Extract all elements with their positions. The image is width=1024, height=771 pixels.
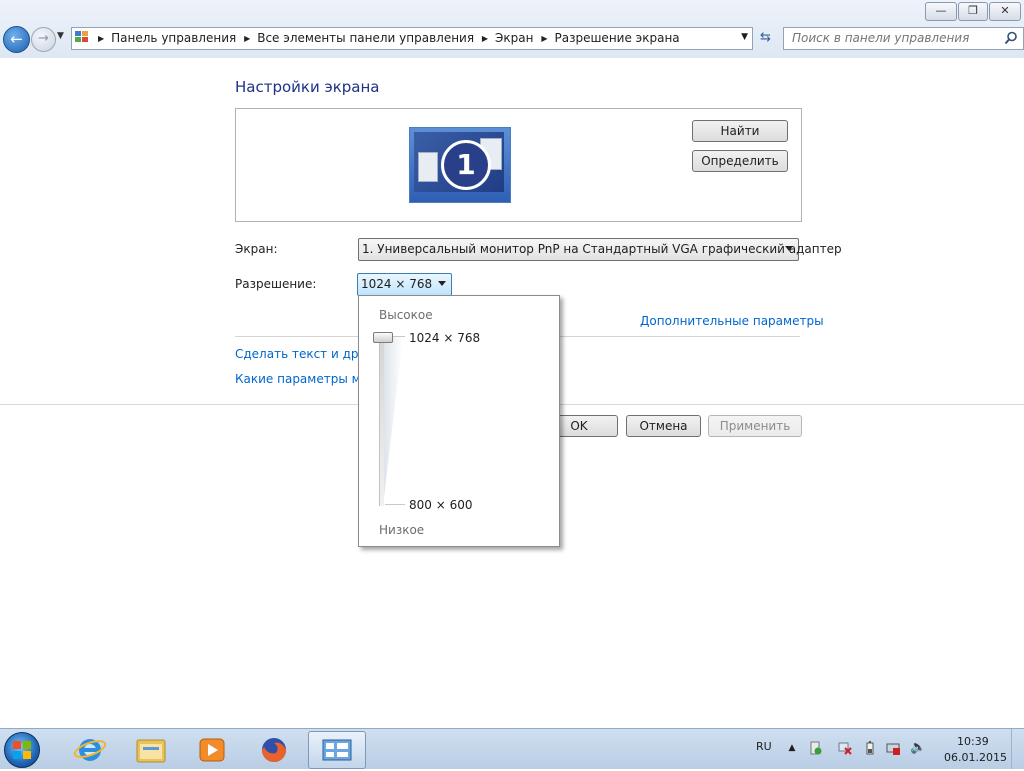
- resolution-option-1024x768[interactable]: 1024 × 768: [409, 331, 480, 345]
- refresh-icon: ⇆: [760, 30, 771, 45]
- folder-icon: [136, 739, 166, 763]
- internet-explorer-icon: [73, 739, 107, 761]
- firefox-icon: [262, 738, 286, 762]
- address-bar[interactable]: ▶ Панель управления ▶ Все элементы панели …: [71, 27, 753, 50]
- advanced-settings-link[interactable]: Дополнительные параметры: [640, 314, 824, 328]
- control-panel-icon: [322, 739, 352, 761]
- clock-time[interactable]: 10:39: [957, 735, 989, 748]
- network-error-icon[interactable]: [838, 741, 852, 755]
- screen-select-value: 1. Универсальный монитор PnP на Стандарт…: [362, 242, 842, 256]
- resolution-select-value: 1024 × 768: [361, 277, 433, 291]
- breadcrumb: ▶ Панель управления ▶ Все элементы панели …: [94, 31, 680, 45]
- network-adapter-error-icon[interactable]: [886, 741, 900, 755]
- forward-arrow-icon: →: [38, 31, 49, 46]
- taskbar-file-explorer[interactable]: [123, 731, 179, 767]
- taskbar: RU ▲ 🔈 10:39 06.01.2015: [0, 728, 1024, 769]
- mini-window-icon: [418, 152, 438, 182]
- close-button[interactable]: ✕: [989, 2, 1021, 21]
- breadcrumb-separator-icon: ▶: [481, 34, 489, 43]
- maximize-button[interactable]: ❐: [958, 2, 988, 21]
- breadcrumb-separator-icon: ▶: [244, 34, 251, 43]
- action-center-icon[interactable]: [808, 741, 822, 755]
- display-arrangement-panel: 1 Найти Определить: [235, 108, 802, 222]
- chevron-down-icon: [438, 281, 446, 286]
- detect-button[interactable]: Найти: [692, 120, 788, 142]
- back-arrow-icon: ←: [10, 30, 23, 48]
- breadcrumb-all-items[interactable]: Все элементы панели управления: [257, 31, 474, 45]
- low-label: Низкое: [379, 523, 425, 537]
- breadcrumb-display[interactable]: Экран: [495, 31, 533, 45]
- resolution-popup: Высокое 1024 × 768 800 × 600 Низкое: [358, 295, 560, 547]
- language-indicator[interactable]: RU: [756, 740, 772, 753]
- page-title: Настройки экрана: [235, 78, 380, 96]
- monitor-number-badge: 1: [441, 140, 491, 190]
- resolution-slider-track[interactable]: [379, 336, 384, 506]
- monitor-1-icon[interactable]: 1: [409, 127, 511, 203]
- slider-tick: [385, 504, 405, 505]
- media-player-icon: [199, 738, 225, 762]
- show-hidden-icons-icon[interactable]: ▲: [785, 741, 799, 755]
- search-box[interactable]: [783, 27, 1024, 50]
- screen-select[interactable]: 1. Универсальный монитор PnP на Стандарт…: [358, 238, 842, 261]
- high-label: Высокое: [379, 308, 433, 322]
- minimize-button[interactable]: —: [925, 2, 957, 21]
- screen-label: Экран:: [235, 242, 278, 256]
- window-titlebar: — ❐ ✕ ← → ▼ ▶ Панель управления ▶ Все элем…: [0, 0, 1024, 58]
- search-input[interactable]: [790, 30, 994, 46]
- volume-icon[interactable]: 🔈: [910, 741, 926, 755]
- taskbar-internet-explorer[interactable]: [62, 731, 118, 767]
- taskbar-control-panel[interactable]: [308, 731, 366, 769]
- resolution-select[interactable]: 1024 × 768: [357, 273, 452, 296]
- monitor-screen: 1: [414, 132, 504, 192]
- which-settings-link[interactable]: Какие параметры мон: [235, 372, 376, 386]
- slider-wedge: [383, 336, 403, 506]
- taskbar-media-player[interactable]: [184, 731, 240, 767]
- breadcrumb-separator-icon: ▶: [541, 34, 548, 43]
- breadcrumb-separator-icon: ▶: [98, 34, 105, 43]
- windows-logo-icon: [13, 741, 31, 759]
- apply-button[interactable]: Применить: [708, 415, 802, 437]
- resolution-label: Разрешение:: [235, 277, 317, 291]
- breadcrumb-screen-resolution[interactable]: Разрешение экрана: [554, 31, 679, 45]
- clock-date[interactable]: 06.01.2015: [944, 751, 1007, 764]
- refresh-button[interactable]: ⇆: [754, 27, 777, 48]
- cancel-button[interactable]: Отмена: [626, 415, 701, 437]
- breadcrumb-control-panel[interactable]: Панель управления: [111, 31, 236, 45]
- history-dropdown-icon[interactable]: ▼: [57, 31, 64, 41]
- search-icon[interactable]: [1004, 31, 1018, 45]
- forward-button[interactable]: →: [31, 27, 56, 52]
- control-panel-icon: [75, 31, 91, 45]
- battery-icon[interactable]: [863, 741, 877, 755]
- show-desktop-button[interactable]: [1011, 729, 1024, 769]
- resolution-option-800x600[interactable]: 800 × 600: [409, 498, 473, 512]
- taskbar-firefox[interactable]: [246, 731, 302, 767]
- chevron-down-icon: [785, 246, 793, 251]
- back-button[interactable]: ←: [3, 26, 30, 53]
- address-dropdown-icon[interactable]: ▼: [741, 32, 748, 42]
- start-button[interactable]: [4, 732, 40, 768]
- identify-button[interactable]: Определить: [692, 150, 788, 172]
- resolution-slider-thumb[interactable]: [373, 332, 393, 343]
